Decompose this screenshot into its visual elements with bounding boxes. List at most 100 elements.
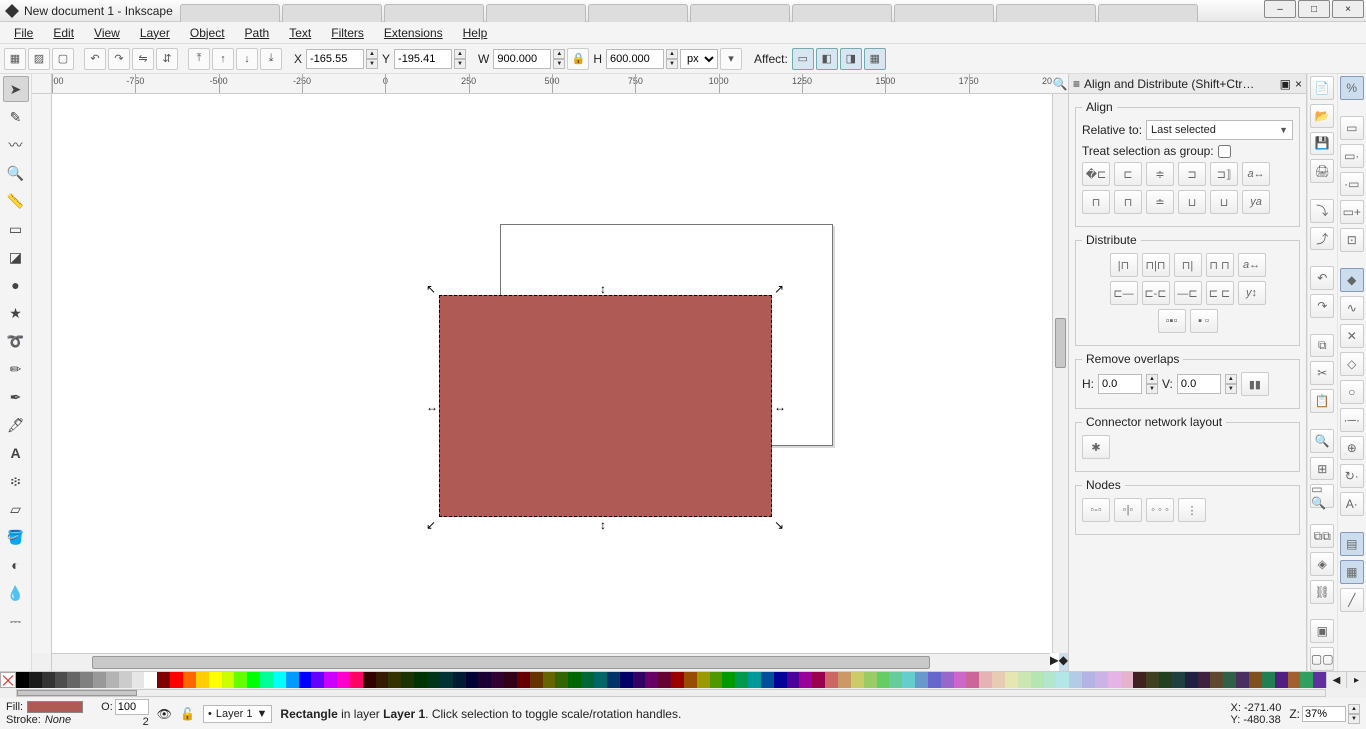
nodes-align-h-button[interactable]: ◦-◦ — [1082, 498, 1110, 522]
zoom-input[interactable] — [1302, 706, 1346, 722]
overlap-v-spinner[interactable]: ▲▼ — [1225, 374, 1237, 394]
w-spinner[interactable]: ▲▼ — [553, 49, 565, 69]
swatch-scroll-left[interactable]: ◀ — [1326, 672, 1346, 688]
h-input[interactable] — [606, 49, 664, 69]
swatch[interactable] — [543, 672, 556, 688]
select-all-layers-button[interactable]: ▨ — [28, 48, 50, 70]
w-input[interactable] — [493, 49, 551, 69]
swatch[interactable] — [1223, 672, 1236, 688]
calligraphy-tool[interactable]: 🖋 — [3, 412, 29, 438]
swatch[interactable] — [1031, 672, 1044, 688]
snap-cusp-button[interactable]: ◇ — [1340, 352, 1364, 376]
swatch[interactable] — [106, 672, 119, 688]
raise-top-button[interactable]: ⤒ — [188, 48, 210, 70]
snap-path-button[interactable]: ∿ — [1340, 296, 1364, 320]
swatch[interactable] — [1300, 672, 1313, 688]
swatch[interactable] — [1262, 672, 1275, 688]
swatch[interactable] — [1082, 672, 1095, 688]
swatch[interactable] — [1210, 672, 1223, 688]
swatch[interactable] — [1249, 672, 1262, 688]
swatch[interactable] — [838, 672, 851, 688]
ruler-horizontal[interactable]: -1000-750-500-25002505007501000125015001… — [52, 74, 1052, 94]
swatch[interactable] — [157, 672, 170, 688]
snap-center-button[interactable]: ⊕ — [1340, 436, 1364, 460]
menu-filters[interactable]: Filters — [321, 24, 374, 42]
swatch[interactable] — [401, 672, 414, 688]
rotate-ccw-button[interactable]: ↶ — [84, 48, 106, 70]
zoom-fit-button[interactable]: 🔍 — [1052, 74, 1068, 94]
visibility-icon[interactable]: 👁 — [157, 707, 172, 721]
snap-bbox-mid-button[interactable]: ▭+ — [1340, 200, 1364, 224]
snap-bbox-button[interactable]: ▭ — [1340, 116, 1364, 140]
swatch[interactable] — [1018, 672, 1031, 688]
ungroup-button[interactable]: ▢▢ — [1310, 647, 1334, 671]
affect-corners-button[interactable]: ◧ — [816, 48, 838, 70]
swatch[interactable] — [722, 672, 735, 688]
swatch[interactable] — [979, 672, 992, 688]
swatch[interactable] — [787, 672, 800, 688]
treat-group-checkbox[interactable] — [1218, 145, 1231, 158]
clone-button[interactable]: ◈ — [1310, 552, 1334, 576]
align-center-h-button[interactable]: ≑ — [1146, 162, 1174, 186]
canvas[interactable]: ↖ ↕ ↗ ↔ ↔ ↙ ↕ ↘ — [52, 94, 1052, 653]
print-button[interactable]: 🖨 — [1310, 159, 1334, 183]
duplicate-button[interactable]: ⧉⧉ — [1310, 524, 1334, 548]
spray-tool[interactable]: ፨ — [3, 468, 29, 494]
swatch[interactable] — [1313, 672, 1326, 688]
export-button[interactable]: ⤴ — [1310, 227, 1334, 251]
menu-object[interactable]: Object — [180, 24, 235, 42]
dock-close-button[interactable]: × — [1295, 77, 1302, 91]
swatch[interactable] — [1275, 672, 1288, 688]
menu-text[interactable]: Text — [279, 24, 321, 42]
zoom-spinner[interactable]: ▲▼ — [1348, 704, 1360, 724]
dist-bottom-button[interactable]: —⊏ — [1174, 281, 1202, 305]
swatch[interactable] — [851, 672, 864, 688]
swatch[interactable] — [1185, 672, 1198, 688]
swatch[interactable] — [504, 672, 517, 688]
snap-bbox-center-button[interactable]: ⊡ — [1340, 228, 1364, 252]
text-tool[interactable]: A — [3, 440, 29, 466]
swatch[interactable] — [966, 672, 979, 688]
align-center-v-button[interactable]: ≐ — [1146, 190, 1174, 214]
swatch[interactable] — [915, 672, 928, 688]
swatch[interactable] — [799, 672, 812, 688]
swatch[interactable] — [1198, 672, 1211, 688]
swatch[interactable] — [16, 672, 29, 688]
zoom-draw-button[interactable]: ⊞ — [1310, 457, 1334, 481]
connector-tool[interactable]: ⎓ — [3, 608, 29, 634]
horizontal-scrollbar[interactable] — [52, 653, 1050, 671]
overlap-h-spinner[interactable]: ▲▼ — [1146, 374, 1158, 394]
node-tool[interactable]: ✎ — [3, 104, 29, 130]
swatch-scrollbar[interactable] — [0, 688, 1366, 698]
dist-right-button[interactable]: ⊓| — [1174, 253, 1202, 277]
menu-layer[interactable]: Layer — [130, 24, 180, 42]
open-doc-button[interactable]: 📂 — [1310, 104, 1334, 128]
dist-gaph-button[interactable]: ⊓ ⊓ — [1206, 253, 1234, 277]
raise-button[interactable]: ↑ — [212, 48, 234, 70]
swatch[interactable] — [42, 672, 55, 688]
swatch[interactable] — [491, 672, 504, 688]
menu-path[interactable]: Path — [235, 24, 280, 42]
dist-text-v-button[interactable]: y↕ — [1238, 281, 1266, 305]
swatch[interactable] — [388, 672, 401, 688]
swatch[interactable] — [697, 672, 710, 688]
zoom-sel-button[interactable]: 🔍 — [1310, 429, 1334, 453]
swatch[interactable] — [144, 672, 157, 688]
swatch[interactable] — [761, 672, 774, 688]
swatch[interactable] — [247, 672, 260, 688]
handle-se[interactable]: ↘ — [774, 518, 786, 530]
swatch[interactable] — [825, 672, 838, 688]
swatch[interactable] — [170, 672, 183, 688]
swatch[interactable] — [581, 672, 594, 688]
swatch[interactable] — [864, 672, 877, 688]
swatch[interactable] — [954, 672, 967, 688]
swatch-menu-button[interactable]: ▸ — [1346, 672, 1366, 688]
lock-icon[interactable]: 🔓 — [180, 707, 195, 721]
overlap-v-input[interactable] — [1177, 374, 1221, 394]
layer-select[interactable]: •Layer 1▼ — [203, 705, 272, 723]
menu-view[interactable]: View — [84, 24, 130, 42]
swatch[interactable] — [350, 672, 363, 688]
rectangle-tool[interactable]: ▭ — [3, 216, 29, 242]
swatch[interactable] — [812, 672, 825, 688]
import-button[interactable]: ⤵ — [1310, 199, 1334, 223]
